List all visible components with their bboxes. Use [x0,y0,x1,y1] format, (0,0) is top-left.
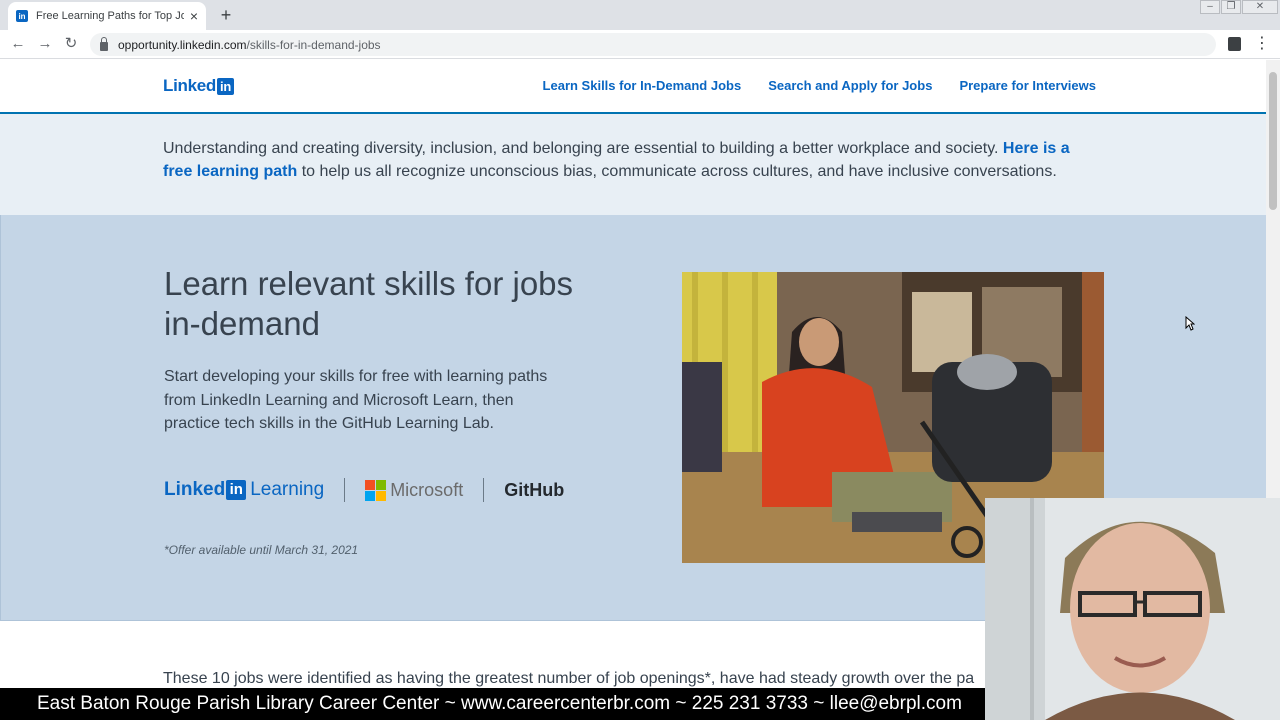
partner-divider [483,478,485,502]
window-minimize-button[interactable]: – [1200,0,1220,14]
ll-learning-text: Learning [250,479,325,500]
nav-prepare-interviews[interactable]: Prepare for Interviews [959,78,1096,93]
window-close-button[interactable]: ✕ [1242,0,1278,14]
address-bar[interactable]: opportunity.linkedin.com/skills-for-in-d… [90,33,1216,56]
extension-icon[interactable] [1228,37,1241,51]
banner-text: Understanding and creating diversity, in… [163,137,1103,183]
partner-divider [344,478,346,502]
linkedin-learning-logo: Linked in Learning [164,479,324,501]
nav-search-jobs[interactable]: Search and Apply for Jobs [768,78,932,93]
caption-bar: East Baton Rouge Parish Library Career C… [0,688,985,720]
linkedin-favicon-icon: in [16,10,28,22]
hero-description: Start developing your skills for free wi… [164,368,548,432]
site-nav: Learn Skills for In-Demand Jobs Search a… [543,78,1096,93]
forward-arrow-icon[interactable]: → [35,34,55,54]
new-tab-icon[interactable]: + [216,5,236,25]
lock-icon[interactable] [100,36,108,51]
reload-icon[interactable]: ↻ [61,34,81,54]
ll-in-box: in [226,480,247,500]
github-logo: GitHub [504,479,565,500]
browser-toolbar: ← → ↻ opportunity.linkedin.com/skills-fo… [0,30,1280,59]
diversity-banner: Understanding and creating diversity, in… [0,114,1266,215]
microsoft-logo: Microsoft [365,479,464,501]
mouse-cursor-icon [1185,315,1196,336]
microsoft-squares-icon [365,479,387,501]
url-host: opportunity.linkedin.com [118,37,247,52]
browser-tab-active[interactable]: in Free Learning Paths for Top Jobs × [8,2,206,30]
presenter-webcam-image [985,498,1280,720]
logo-wordmark: Linked [163,76,216,95]
linkedin-logo[interactable]: Linked in [163,76,234,96]
offer-note: *Offer available until March 31, 2021 [164,543,359,557]
site-header: Linked in Learn Skills for In-Demand Jobs… [0,60,1266,114]
tab-title: Free Learning Paths for Top Jobs [36,10,184,22]
window-restore-button[interactable]: ❐ [1221,0,1241,14]
banner-text-after: to help us all recognize unconscious bia… [297,163,1057,180]
banner-text-before: Understanding and creating diversity, in… [163,140,1003,157]
tab-close-icon[interactable]: × [190,9,198,23]
browser-menu-icon[interactable]: ⋮ [1254,34,1270,54]
url-path: /skills-for-in-demand-jobs [246,37,381,52]
logo-in-box: in [217,77,234,95]
partner-logos: Linked in Learning Microsoft GitHub [164,477,564,503]
nav-learn-skills[interactable]: Learn Skills for In-Demand Jobs [543,78,742,93]
scrollbar-thumb[interactable] [1269,72,1277,210]
ll-linked-text: Linked [164,479,226,500]
webcam-overlay [985,498,1280,720]
back-arrow-icon[interactable]: ← [8,34,28,54]
microsoft-text: Microsoft [390,479,464,500]
browser-tabstrip: in Free Learning Paths for Top Jobs × + … [0,0,1280,30]
hero-title: Learn relevant skills for jobs in-demand [164,265,574,342]
